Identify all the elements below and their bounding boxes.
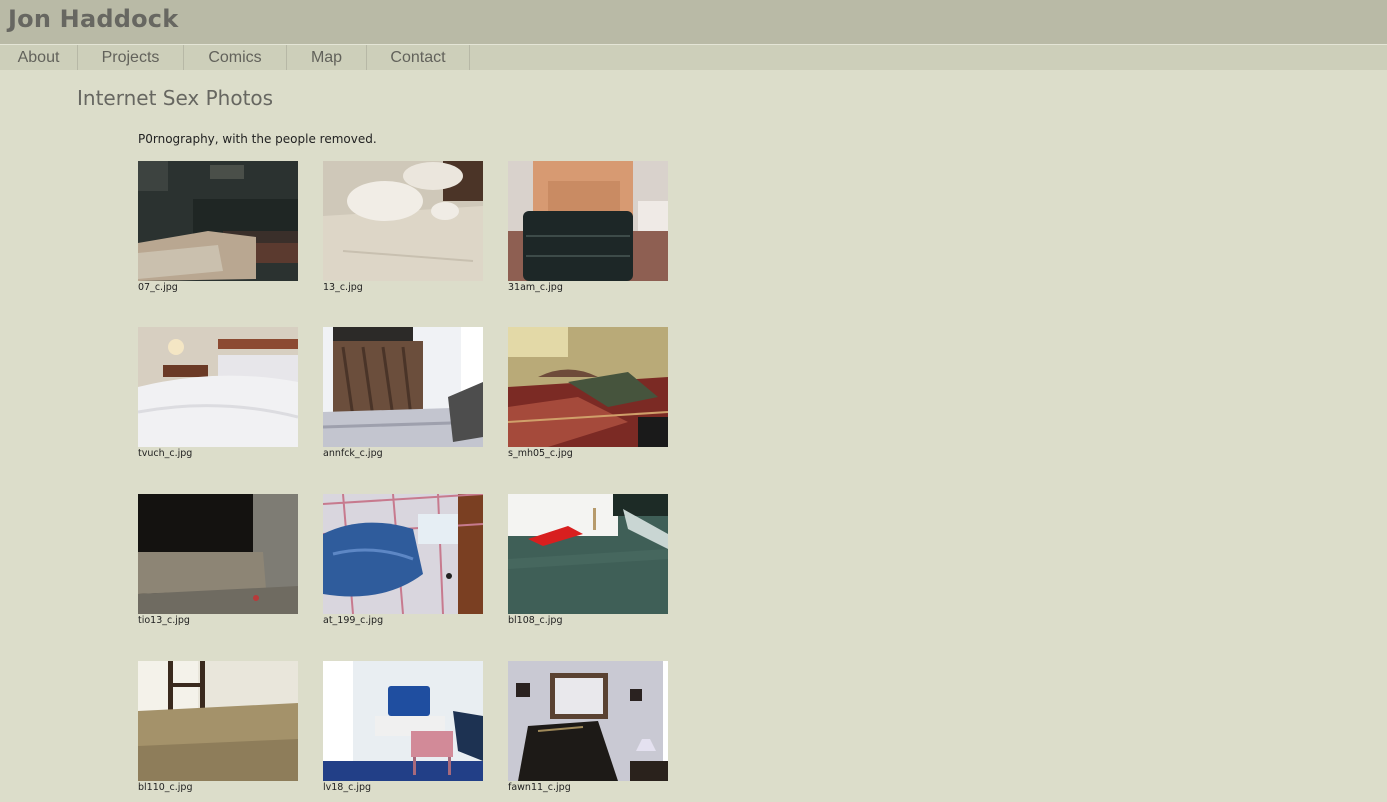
gallery-item[interactable]: tio13_c.jpg bbox=[138, 494, 298, 626]
gallery-item[interactable]: bl108_c.jpg bbox=[508, 494, 668, 626]
photo-thumbnail[interactable] bbox=[508, 661, 668, 781]
nav-item-projects[interactable]: Projects bbox=[78, 45, 184, 70]
gallery-item[interactable]: 07_c.jpg bbox=[138, 161, 298, 293]
site-title[interactable]: Jon Haddock bbox=[8, 5, 178, 33]
gallery-item[interactable]: fawn11_c.jpg bbox=[508, 661, 668, 793]
main-nav: About Projects Comics Map Contact bbox=[0, 44, 1387, 70]
gallery-item[interactable]: s_mh05_c.jpg bbox=[508, 327, 668, 459]
photo-thumbnail[interactable] bbox=[138, 327, 298, 447]
nav-item-about[interactable]: About bbox=[0, 45, 78, 70]
photo-caption[interactable]: 07_c.jpg bbox=[138, 282, 298, 293]
photo-caption[interactable]: bl108_c.jpg bbox=[508, 615, 668, 626]
nav-item-comics[interactable]: Comics bbox=[184, 45, 287, 70]
gallery-item[interactable]: at_199_c.jpg bbox=[323, 494, 483, 626]
page-title: Internet Sex Photos bbox=[77, 86, 274, 110]
photo-caption[interactable]: s_mh05_c.jpg bbox=[508, 448, 668, 459]
photo-caption[interactable]: lv18_c.jpg bbox=[323, 782, 483, 793]
photo-caption[interactable]: at_199_c.jpg bbox=[323, 615, 483, 626]
photo-thumbnail[interactable] bbox=[323, 161, 483, 281]
nav-item-contact[interactable]: Contact bbox=[367, 45, 470, 70]
gallery-item[interactable]: lv18_c.jpg bbox=[323, 661, 483, 793]
site-header: Jon Haddock bbox=[0, 0, 1387, 44]
photo-caption[interactable]: tvuch_c.jpg bbox=[138, 448, 298, 459]
photo-caption[interactable]: 13_c.jpg bbox=[323, 282, 483, 293]
gallery-item[interactable]: tvuch_c.jpg bbox=[138, 327, 298, 459]
gallery-item[interactable]: bl110_c.jpg bbox=[138, 661, 298, 793]
gallery-item[interactable]: annfck_c.jpg bbox=[323, 327, 483, 459]
photo-thumbnail[interactable] bbox=[138, 494, 298, 614]
gallery-item[interactable]: 13_c.jpg bbox=[323, 161, 483, 293]
photo-thumbnail[interactable] bbox=[508, 161, 668, 281]
photo-caption[interactable]: tio13_c.jpg bbox=[138, 615, 298, 626]
photo-caption[interactable]: annfck_c.jpg bbox=[323, 448, 483, 459]
photo-thumbnail[interactable] bbox=[508, 327, 668, 447]
photo-thumbnail[interactable] bbox=[138, 161, 298, 281]
nav-item-map[interactable]: Map bbox=[287, 45, 367, 70]
photo-thumbnail[interactable] bbox=[323, 661, 483, 781]
gallery-item[interactable]: 31am_c.jpg bbox=[508, 161, 668, 293]
photo-caption[interactable]: 31am_c.jpg bbox=[508, 282, 668, 293]
photo-thumbnail[interactable] bbox=[508, 494, 668, 614]
photo-thumbnail[interactable] bbox=[323, 327, 483, 447]
photo-thumbnail[interactable] bbox=[138, 661, 298, 781]
photo-caption[interactable]: bl110_c.jpg bbox=[138, 782, 298, 793]
photo-thumbnail[interactable] bbox=[323, 494, 483, 614]
photo-caption[interactable]: fawn11_c.jpg bbox=[508, 782, 668, 793]
intro-text: P0rnography, with the people removed. bbox=[138, 132, 377, 146]
